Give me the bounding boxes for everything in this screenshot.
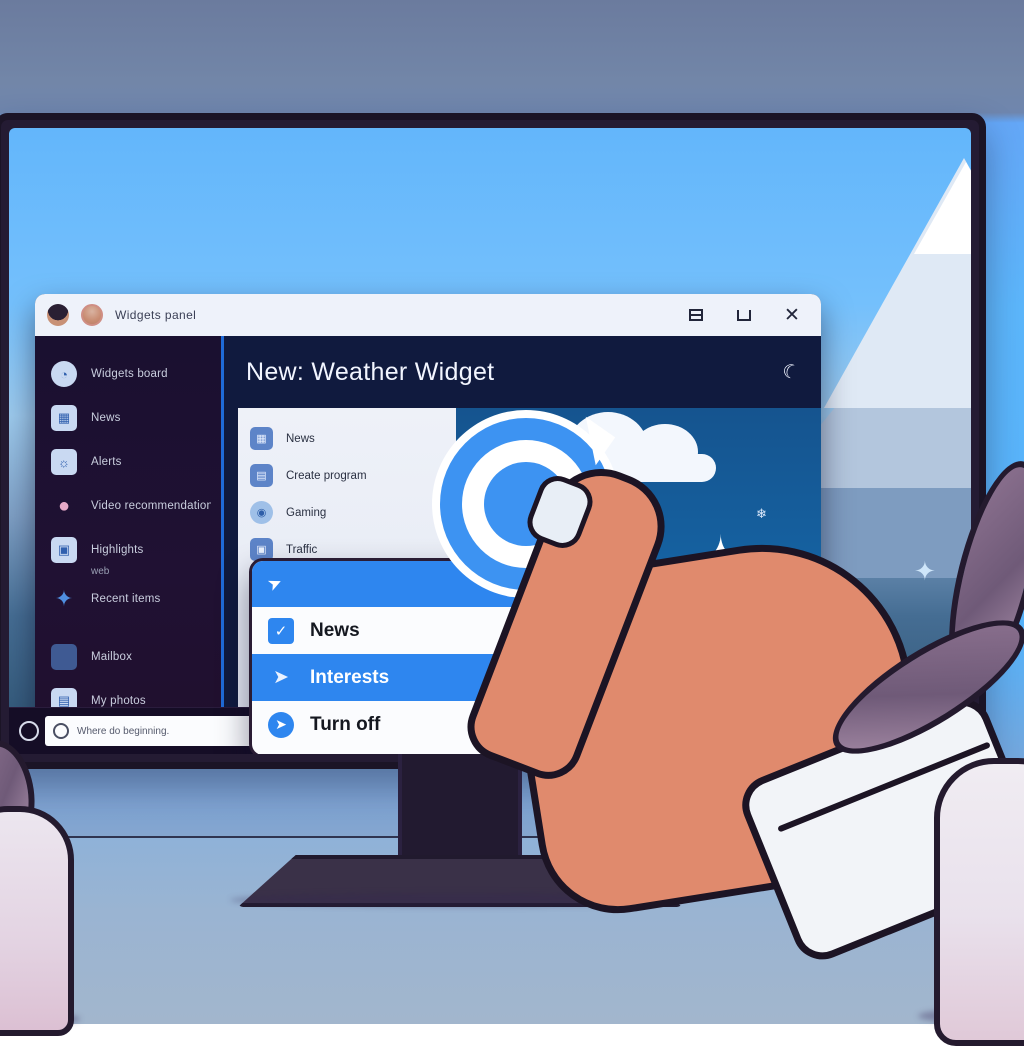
sidebar-item-sublabel: web <box>91 566 110 577</box>
window-titlebar[interactable]: Widgets panel ✕ <box>35 294 821 337</box>
bunny-left <box>0 735 74 1036</box>
cursor-icon: ➤ <box>264 571 286 596</box>
minimize-icon <box>689 309 703 321</box>
maximize-icon <box>737 309 751 321</box>
sidebar-item-label: Video recommendations <box>91 500 211 512</box>
sidebar-item-widgets-board[interactable]: ◔ Widgets board <box>35 352 221 396</box>
menu-item-label: News <box>310 619 360 641</box>
sidebar-item-label: News <box>91 412 121 424</box>
clock-icon: ◔ <box>51 361 77 387</box>
list-item-label: Create program <box>286 469 367 482</box>
sidebar-item-alerts[interactable]: ☼ Alerts <box>35 440 221 484</box>
sidebar-item-label: Highlights <box>91 544 144 556</box>
user-avatar-2[interactable] <box>81 304 103 326</box>
window-controls: ✕ <box>685 304 809 326</box>
menu-item-label: Turn off <box>310 713 381 735</box>
minimize-button[interactable] <box>685 304 707 326</box>
pin-icon: ➤ <box>273 667 289 688</box>
list-item-label: News <box>286 432 315 445</box>
search-circle-icon <box>53 723 69 739</box>
bunny-body <box>934 758 1024 1046</box>
checkbox-checked-icon[interactable]: ✓ <box>268 617 294 644</box>
person-icon: ● <box>57 494 71 517</box>
search-input-value: Where do beginning. <box>77 725 170 737</box>
page-title: New: Weather Widget <box>246 357 495 386</box>
menu-item-label: Interests <box>310 666 390 688</box>
sidebar-item-label: Mailbox <box>91 651 133 663</box>
list-item-label: Traffic <box>286 543 318 556</box>
close-icon: ✕ <box>784 304 800 326</box>
pane-header: New: Weather Widget ☾ <box>224 336 821 408</box>
start-circle-icon[interactable] <box>19 721 39 741</box>
list-item[interactable]: ▦ News <box>238 420 456 457</box>
bunny-right <box>815 452 1024 1046</box>
sidebar-item-label: My photos <box>91 695 146 707</box>
close-button[interactable]: ✕ <box>781 304 803 326</box>
sidebar-item-label: Recent items <box>91 593 161 605</box>
user-avatar-1[interactable] <box>47 304 69 326</box>
news-icon: ▦ <box>250 427 273 450</box>
gem-icon: ✦ <box>54 586 74 611</box>
mountain-snowcap <box>914 162 971 254</box>
bell-icon: ☼ <box>51 449 77 475</box>
sidebar-item-video-recommendations[interactable]: ● Video recommendations <box>35 484 221 528</box>
bunny-body <box>0 806 74 1036</box>
list-item-label: Gaming <box>286 506 327 519</box>
moon-icon: ☾ <box>779 359 802 385</box>
window-title: Widgets panel <box>115 308 197 322</box>
program-icon: ▤ <box>250 464 273 487</box>
sidebar-item-news[interactable]: ▦ News <box>35 396 221 440</box>
gaming-icon: ◉ <box>250 501 273 524</box>
sidebar-item-label: Widgets board <box>91 368 168 380</box>
maximize-button[interactable] <box>733 304 755 326</box>
power-icon: ➤ <box>268 711 294 738</box>
illustration-scene: ✦ Widgets panel ✕ ◔ Widgets board ▦ News… <box>0 0 1024 1046</box>
sidebar-item-mailbox[interactable]: Mailbox <box>35 635 221 679</box>
sidebar-item-label: Alerts <box>91 456 122 468</box>
grid-icon: ▦ <box>51 405 77 431</box>
sidebar-item-recent[interactable]: ✦ Recent items <box>35 577 221 621</box>
sidebar-nav: ◔ Widgets board ▦ News ☼ Alerts ● Video … <box>35 336 224 754</box>
list-item[interactable]: ▤ Create program <box>238 457 456 494</box>
list-item[interactable]: ◉ Gaming <box>238 494 456 531</box>
square-icon <box>51 644 77 670</box>
window-icon: ▣ <box>51 537 77 563</box>
